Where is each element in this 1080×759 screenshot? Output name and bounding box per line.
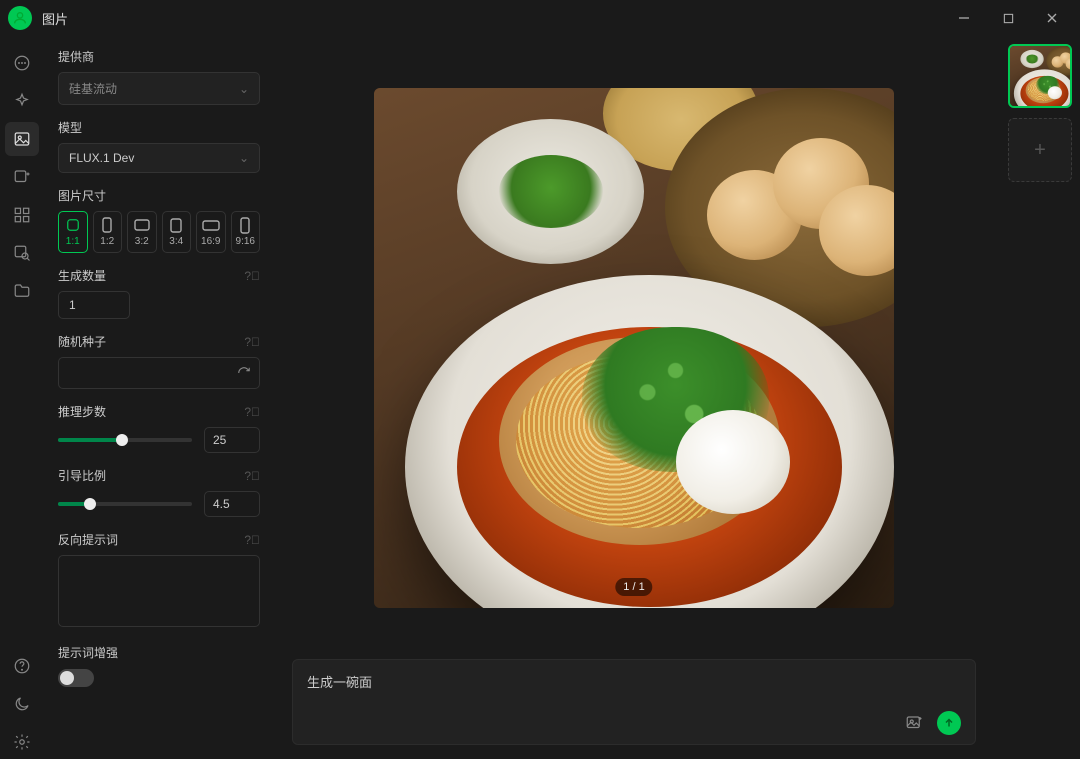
- send-button[interactable]: [937, 711, 961, 735]
- main-area: 1 / 1 生成一碗面: [274, 36, 994, 759]
- guidance-value[interactable]: 4.5: [204, 491, 260, 517]
- seed-label: 随机种子: [58, 333, 106, 350]
- negative-prompt-input[interactable]: [58, 555, 260, 627]
- close-button[interactable]: [1030, 3, 1074, 33]
- rail-sparkle[interactable]: [5, 84, 39, 118]
- help-icon[interactable]: ?⃝: [244, 335, 260, 349]
- seed-input[interactable]: [58, 357, 260, 389]
- model-label: 模型: [58, 119, 82, 136]
- maximize-button[interactable]: [986, 3, 1030, 33]
- guidance-label: 引导比例: [58, 467, 106, 484]
- help-icon[interactable]: ?⃝: [244, 269, 260, 283]
- rail-image-plus[interactable]: [5, 160, 39, 194]
- help-icon[interactable]: ?⃝: [244, 469, 260, 483]
- provider-select[interactable]: 硅基流动 ⌄: [58, 72, 260, 105]
- generated-image[interactable]: 1 / 1: [374, 88, 894, 608]
- size-option-3-4[interactable]: 3:4: [162, 211, 192, 253]
- minimize-button[interactable]: [942, 3, 986, 33]
- attach-image-button[interactable]: [901, 710, 927, 736]
- rail-settings[interactable]: [5, 725, 39, 759]
- rail-image[interactable]: [5, 122, 39, 156]
- settings-panel: 提供商 硅基流动 ⌄ 模型 FLUX.1 Dev ⌄ 图片尺寸 1:1 1:2 …: [44, 36, 274, 759]
- size-option-3-2[interactable]: 3:2: [127, 211, 157, 253]
- rail-grid[interactable]: [5, 198, 39, 232]
- rail-search-image[interactable]: [5, 236, 39, 270]
- history-thumb-1[interactable]: [1008, 44, 1072, 108]
- help-icon[interactable]: ?⃝: [244, 405, 260, 419]
- size-option-1-2[interactable]: 1:2: [93, 211, 123, 253]
- provider-label: 提供商: [58, 48, 94, 65]
- prompt-box[interactable]: 生成一碗面: [292, 659, 976, 745]
- rail-help[interactable]: [5, 649, 39, 683]
- chevron-down-icon: ⌄: [239, 82, 249, 96]
- refresh-icon[interactable]: [237, 366, 251, 380]
- guidance-slider[interactable]: [58, 502, 192, 506]
- prompt-input[interactable]: 生成一碗面: [307, 672, 961, 696]
- history-rail: +: [994, 36, 1080, 759]
- rail-chat[interactable]: [5, 46, 39, 80]
- size-option-1-1[interactable]: 1:1: [58, 211, 88, 253]
- count-input[interactable]: 1: [58, 291, 130, 319]
- rail-folder[interactable]: [5, 274, 39, 308]
- add-image-button[interactable]: +: [1008, 118, 1072, 182]
- steps-label: 推理步数: [58, 403, 106, 420]
- size-options: 1:1 1:2 3:2 3:4 16:9 9:16: [58, 211, 260, 253]
- nav-rail: [0, 36, 44, 759]
- steps-slider[interactable]: [58, 438, 192, 442]
- titlebar: 图片: [0, 0, 1080, 36]
- chevron-down-icon: ⌄: [239, 151, 249, 165]
- enhance-toggle[interactable]: [58, 669, 94, 687]
- size-option-9-16[interactable]: 9:16: [231, 211, 261, 253]
- rail-theme[interactable]: [5, 687, 39, 721]
- page-title: 图片: [42, 9, 68, 28]
- model-select[interactable]: FLUX.1 Dev ⌄: [58, 143, 260, 173]
- count-label: 生成数量: [58, 267, 106, 284]
- help-icon[interactable]: ?⃝: [244, 533, 260, 547]
- image-counter: 1 / 1: [615, 578, 652, 596]
- enhance-label: 提示词增强: [58, 644, 118, 661]
- negative-label: 反向提示词: [58, 531, 118, 548]
- size-option-16-9[interactable]: 16:9: [196, 211, 226, 253]
- avatar[interactable]: [8, 6, 32, 30]
- steps-value[interactable]: 25: [204, 427, 260, 453]
- size-label: 图片尺寸: [58, 187, 106, 204]
